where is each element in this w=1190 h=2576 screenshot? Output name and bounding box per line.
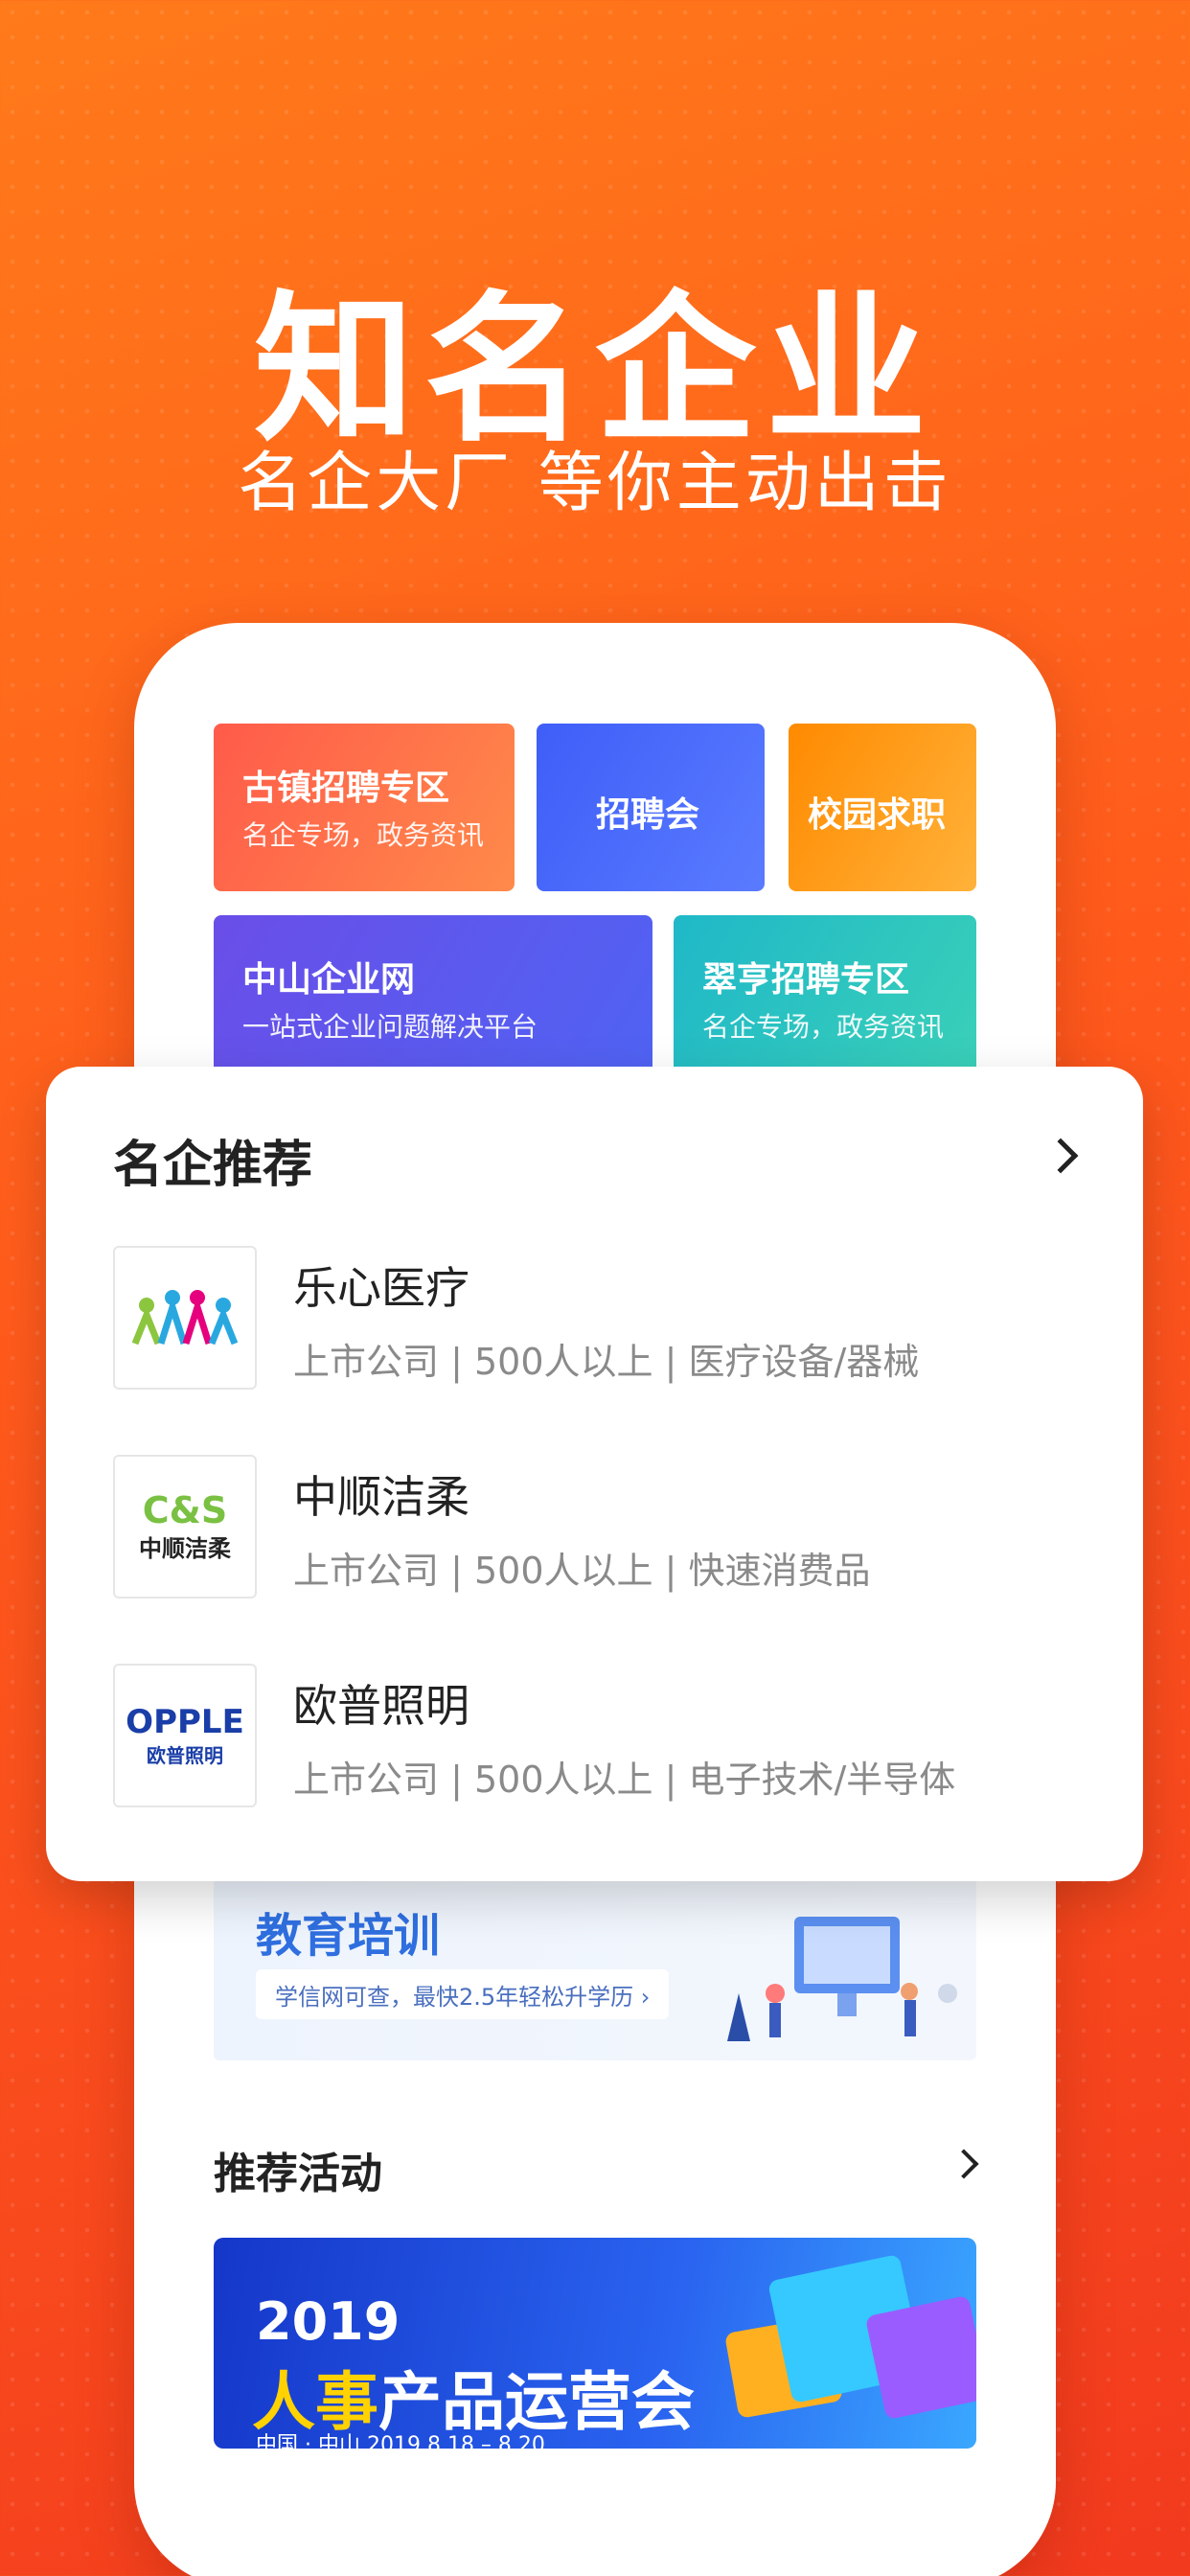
cs-logo-text: C&S (142, 1488, 228, 1531)
company-logo: C&S 中顺洁柔 (113, 1455, 257, 1598)
company-logo: OPPLE 欧普照明 (113, 1664, 257, 1807)
cs-logo-subtext: 中顺洁柔 (139, 1534, 231, 1562)
education-illustration (727, 1917, 957, 2041)
company-name: 欧普照明 (293, 1680, 469, 1732)
tile-title: 校园求职 (808, 795, 947, 835)
tile-campus-jobs[interactable]: 校园求职 (789, 724, 976, 891)
lexin-people-icon (131, 1290, 239, 1346)
activity-banner[interactable]: 2019 人事产品运营会 中国 · 中山 2019.8.18 – 8.20 (214, 2238, 976, 2449)
company-item[interactable]: C&S 中顺洁柔 中顺洁柔 上市公司 | 500人以上 | 快速消费品 (113, 1455, 1071, 1598)
education-banner[interactable]: 教育培训 学信网可查，最快2.5年轻松升学历 › (214, 1878, 976, 2060)
company-meta: 上市公司 | 500人以上 | 快速消费品 (293, 1550, 871, 1592)
tile-zhongshan-enterprise[interactable]: 中山企业网 一站式企业问题解决平台 (214, 915, 652, 1083)
company-logo (113, 1246, 257, 1390)
banner-year: 2019 (256, 2291, 400, 2352)
activities-title: 推荐活动 (214, 2150, 382, 2198)
tile-subtitle: 一站式企业问题解决平台 (242, 1011, 538, 1043)
company-meta: 上市公司 | 500人以上 | 电子技术/半导体 (293, 1759, 956, 1801)
tile-subtitle: 名企专场，政务资讯 (702, 1011, 945, 1043)
recommend-card: 名企推荐 乐心医疗 上市公司 | 500人以上 | 医疗设备/器械 C&S 中顺… (46, 1067, 1143, 1881)
tile-guzhen-recruitment[interactable]: 古镇招聘专区 名企专场，政务资讯 (214, 724, 515, 891)
company-item[interactable]: 乐心医疗 上市公司 | 500人以上 | 医疗设备/器械 (113, 1246, 1071, 1390)
company-meta: 上市公司 | 500人以上 | 医疗设备/器械 (293, 1341, 920, 1383)
opple-logo-subtext: 欧普照明 (147, 1743, 223, 1767)
tile-job-fair[interactable]: 招聘会 (537, 724, 765, 891)
education-title: 教育培训 (256, 1909, 441, 1963)
tile-title: 中山企业网 (242, 960, 416, 1000)
tile-title: 翠亨招聘专区 (702, 960, 910, 1000)
opple-logo-text: OPPLE (126, 1702, 244, 1741)
tile-cuiheng-recruitment[interactable]: 翠亨招聘专区 名企专场，政务资讯 (674, 915, 976, 1083)
recommend-title: 名企推荐 (113, 1137, 313, 1194)
recommend-more-chevron-icon[interactable] (1042, 1138, 1079, 1174)
company-name: 乐心医疗 (293, 1262, 469, 1314)
education-pill[interactable]: 学信网可查，最快2.5年轻松升学历 › (256, 1969, 670, 2019)
banner-bubble-decoration (864, 2294, 976, 2421)
banner-info: 中国 · 中山 2019.8.18 – 8.20 (256, 2433, 545, 2449)
tile-title: 古镇招聘专区 (242, 769, 450, 808)
tile-title: 招聘会 (596, 795, 700, 835)
company-name: 中顺洁柔 (293, 1471, 469, 1523)
company-item[interactable]: OPPLE 欧普照明 欧普照明 上市公司 | 500人以上 | 电子技术/半导体 (113, 1664, 1071, 1807)
tile-subtitle: 名企专场，政务资讯 (242, 819, 485, 851)
hero-subtitle: 名企大厂 等你主动出击 (238, 446, 952, 521)
